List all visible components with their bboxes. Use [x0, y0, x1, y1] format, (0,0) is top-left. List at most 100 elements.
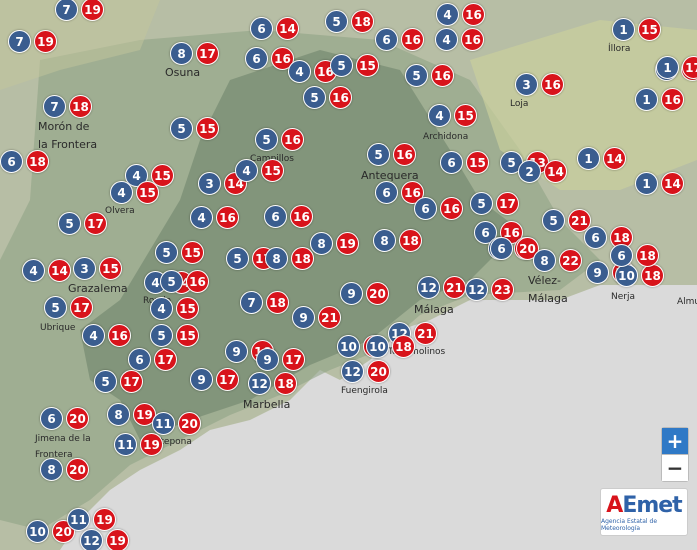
min-temp-badge[interactable]: 9 [586, 261, 609, 284]
min-temp-badge[interactable]: 5 [226, 247, 249, 270]
max-temp-badge[interactable]: 17 [154, 348, 177, 371]
min-temp-badge[interactable]: 7 [240, 291, 263, 314]
min-temp-badge[interactable]: 5 [170, 117, 193, 140]
min-temp-badge[interactable]: 4 [435, 28, 458, 51]
min-temp-badge[interactable]: 6 [610, 244, 633, 267]
min-temp-badge[interactable]: 5 [325, 10, 348, 33]
min-temp-badge[interactable]: 9 [256, 348, 279, 371]
aemet-logo[interactable]: AEmet Agencia Estatal de Meteorología [600, 488, 688, 536]
min-temp-badge[interactable]: 8 [40, 458, 63, 481]
max-temp-badge[interactable]: 16 [108, 324, 131, 347]
min-temp-badge[interactable]: 8 [310, 232, 333, 255]
min-temp-badge[interactable]: 4 [22, 259, 45, 282]
min-temp-badge[interactable]: 7 [8, 30, 31, 53]
min-temp-badge[interactable]: 4 [82, 324, 105, 347]
max-temp-badge[interactable]: 15 [454, 104, 477, 127]
max-temp-badge[interactable]: 14 [544, 160, 567, 183]
max-temp-badge[interactable]: 16 [186, 270, 209, 293]
min-temp-badge[interactable]: 7 [43, 95, 66, 118]
min-temp-badge[interactable]: 5 [58, 212, 81, 235]
max-temp-badge[interactable]: 17 [120, 370, 143, 393]
max-temp-badge[interactable]: 19 [106, 529, 129, 550]
min-temp-badge[interactable]: 6 [375, 28, 398, 51]
min-temp-badge[interactable]: 1 [612, 18, 635, 41]
min-temp-badge[interactable]: 2 [518, 160, 541, 183]
min-temp-badge[interactable]: 6 [245, 47, 268, 70]
max-temp-badge[interactable]: 18 [399, 229, 422, 252]
max-temp-badge[interactable]: 23 [491, 278, 514, 301]
min-temp-badge[interactable]: 9 [225, 340, 248, 363]
max-temp-badge[interactable]: 16 [440, 197, 463, 220]
max-temp-badge[interactable]: 16 [393, 143, 416, 166]
max-temp-badge[interactable]: 16 [461, 28, 484, 51]
min-temp-badge[interactable]: 6 [264, 205, 287, 228]
min-temp-badge[interactable]: 8 [170, 42, 193, 65]
min-temp-badge[interactable]: 6 [584, 226, 607, 249]
max-temp-badge[interactable]: 17 [282, 348, 305, 371]
min-temp-badge[interactable]: 4 [235, 159, 258, 182]
min-temp-badge[interactable]: 5 [94, 370, 117, 393]
max-temp-badge[interactable]: 14 [276, 17, 299, 40]
max-temp-badge[interactable]: 21 [318, 306, 341, 329]
min-temp-badge[interactable]: 11 [67, 508, 90, 531]
max-temp-badge[interactable]: 16 [401, 28, 424, 51]
min-temp-badge[interactable]: 8 [373, 229, 396, 252]
max-temp-badge[interactable]: 18 [392, 335, 415, 358]
min-temp-badge[interactable]: 1 [656, 56, 679, 79]
max-temp-badge[interactable]: 22 [559, 249, 582, 272]
min-temp-badge[interactable]: 10 [26, 520, 49, 543]
min-temp-badge[interactable]: 5 [542, 209, 565, 232]
min-temp-badge[interactable]: 1 [577, 147, 600, 170]
max-temp-badge[interactable]: 21 [414, 322, 437, 345]
max-temp-badge[interactable]: 19 [140, 433, 163, 456]
max-temp-badge[interactable]: 15 [638, 18, 661, 41]
max-temp-badge[interactable]: 17 [216, 368, 239, 391]
min-temp-badge[interactable]: 12 [465, 278, 488, 301]
max-temp-badge[interactable]: 17 [70, 296, 93, 319]
max-temp-badge[interactable]: 18 [274, 372, 297, 395]
min-temp-badge[interactable]: 6 [414, 197, 437, 220]
max-temp-badge[interactable]: 20 [66, 458, 89, 481]
min-temp-badge[interactable]: 12 [341, 360, 364, 383]
max-temp-badge[interactable]: 15 [196, 117, 219, 140]
max-temp-badge[interactable]: 15 [356, 54, 379, 77]
min-temp-badge[interactable]: 8 [265, 247, 288, 270]
min-temp-badge[interactable]: 6 [440, 151, 463, 174]
min-temp-badge[interactable]: 4 [436, 3, 459, 26]
max-temp-badge[interactable]: 17 [196, 42, 219, 65]
max-temp-badge[interactable]: 16 [216, 206, 239, 229]
min-temp-badge[interactable]: 9 [340, 282, 363, 305]
min-temp-badge[interactable]: 5 [255, 128, 278, 151]
min-temp-badge[interactable]: 6 [0, 150, 23, 173]
min-temp-badge[interactable]: 5 [405, 64, 428, 87]
min-temp-badge[interactable]: 9 [292, 306, 315, 329]
max-temp-badge[interactable]: 14 [603, 147, 626, 170]
max-temp-badge[interactable]: 15 [136, 181, 159, 204]
min-temp-badge[interactable]: 6 [40, 407, 63, 430]
max-temp-badge[interactable]: 19 [336, 232, 359, 255]
min-temp-badge[interactable]: 9 [190, 368, 213, 391]
min-temp-badge[interactable]: 5 [470, 192, 493, 215]
min-temp-badge[interactable]: 5 [303, 86, 326, 109]
min-temp-badge[interactable]: 12 [248, 372, 271, 395]
max-temp-badge[interactable]: 16 [462, 3, 485, 26]
max-temp-badge[interactable]: 16 [281, 128, 304, 151]
max-temp-badge[interactable]: 16 [431, 64, 454, 87]
max-temp-badge[interactable]: 15 [176, 324, 199, 347]
max-temp-badge[interactable]: 15 [261, 159, 284, 182]
min-temp-badge[interactable]: 6 [375, 181, 398, 204]
min-temp-badge[interactable]: 12 [417, 276, 440, 299]
min-temp-badge[interactable]: 5 [155, 241, 178, 264]
min-temp-badge[interactable]: 10 [337, 335, 360, 358]
zoom-out-button[interactable]: − [662, 455, 688, 481]
weather-map[interactable]: Osuna Íllora Morón de la Frontera Loja A… [0, 0, 697, 550]
max-temp-badge[interactable]: 20 [178, 412, 201, 435]
max-temp-badge[interactable]: 21 [443, 276, 466, 299]
min-temp-badge[interactable]: 3 [73, 257, 96, 280]
min-temp-badge[interactable]: 3 [515, 73, 538, 96]
max-temp-badge[interactable]: 14 [48, 259, 71, 282]
max-temp-badge[interactable]: 18 [26, 150, 49, 173]
max-temp-badge[interactable]: 19 [34, 30, 57, 53]
max-temp-badge[interactable]: 15 [99, 257, 122, 280]
min-temp-badge[interactable]: 11 [114, 433, 137, 456]
